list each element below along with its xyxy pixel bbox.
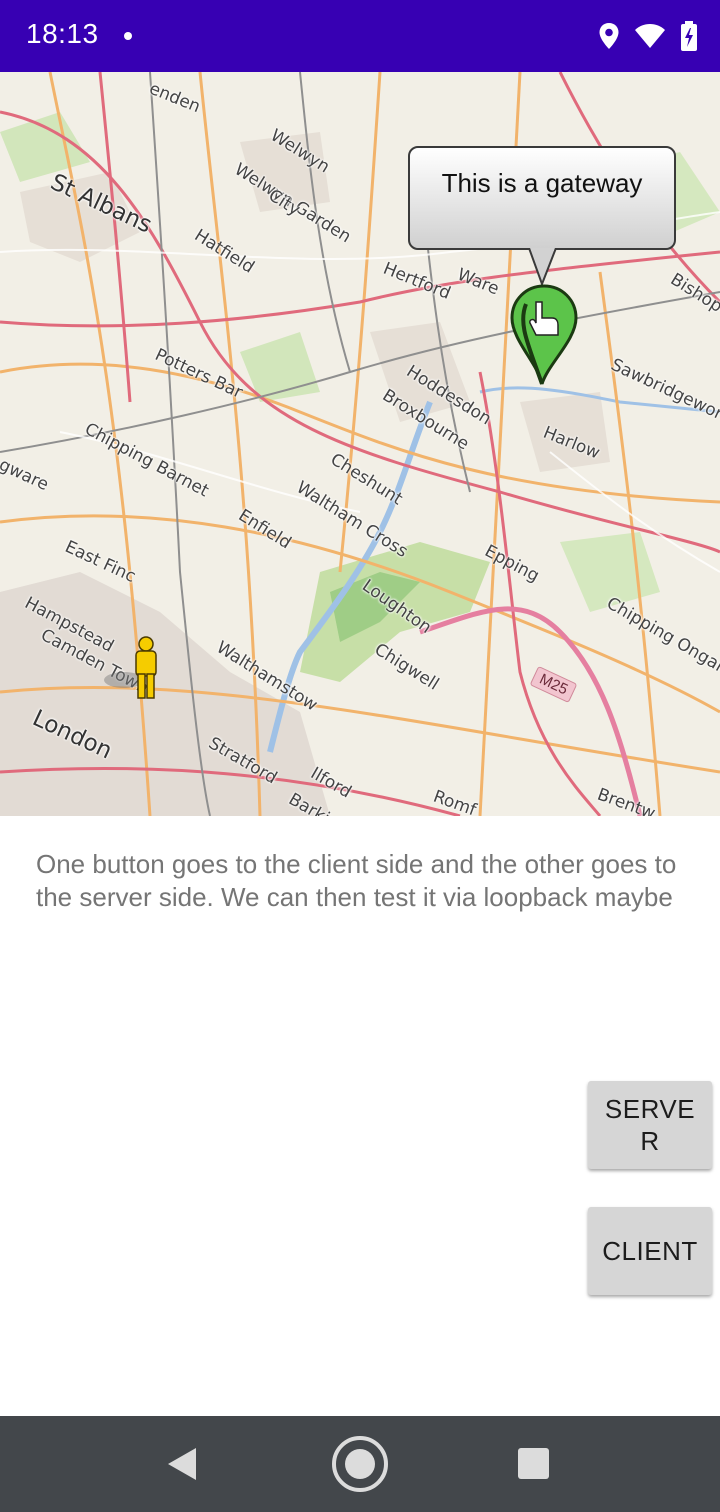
- gateway-bubble-text: This is a gateway: [441, 168, 643, 198]
- status-time: 18:13: [26, 18, 99, 49]
- location-icon: [599, 23, 619, 49]
- gateway-marker-icon[interactable]: [508, 284, 580, 388]
- gateway-info-bubble[interactable]: This is a gateway: [408, 146, 676, 250]
- server-button[interactable]: SERVER: [588, 1081, 712, 1169]
- recents-icon[interactable]: [518, 1448, 549, 1479]
- back-icon[interactable]: [166, 1446, 198, 1482]
- description-text: One button goes to the client side and t…: [36, 849, 677, 912]
- battery-icon: [681, 21, 697, 51]
- wifi-icon: [635, 24, 665, 48]
- client-button[interactable]: CLIENT: [588, 1207, 712, 1295]
- home-icon[interactable]: [331, 1435, 389, 1493]
- notification-dot-icon: [124, 32, 132, 40]
- person-marker-icon[interactable]: [100, 632, 170, 702]
- bubble-tail-icon: [528, 248, 557, 286]
- status-icons: [598, 20, 698, 52]
- navigation-bar: [0, 1416, 720, 1512]
- status-bar: 18:13: [0, 0, 720, 72]
